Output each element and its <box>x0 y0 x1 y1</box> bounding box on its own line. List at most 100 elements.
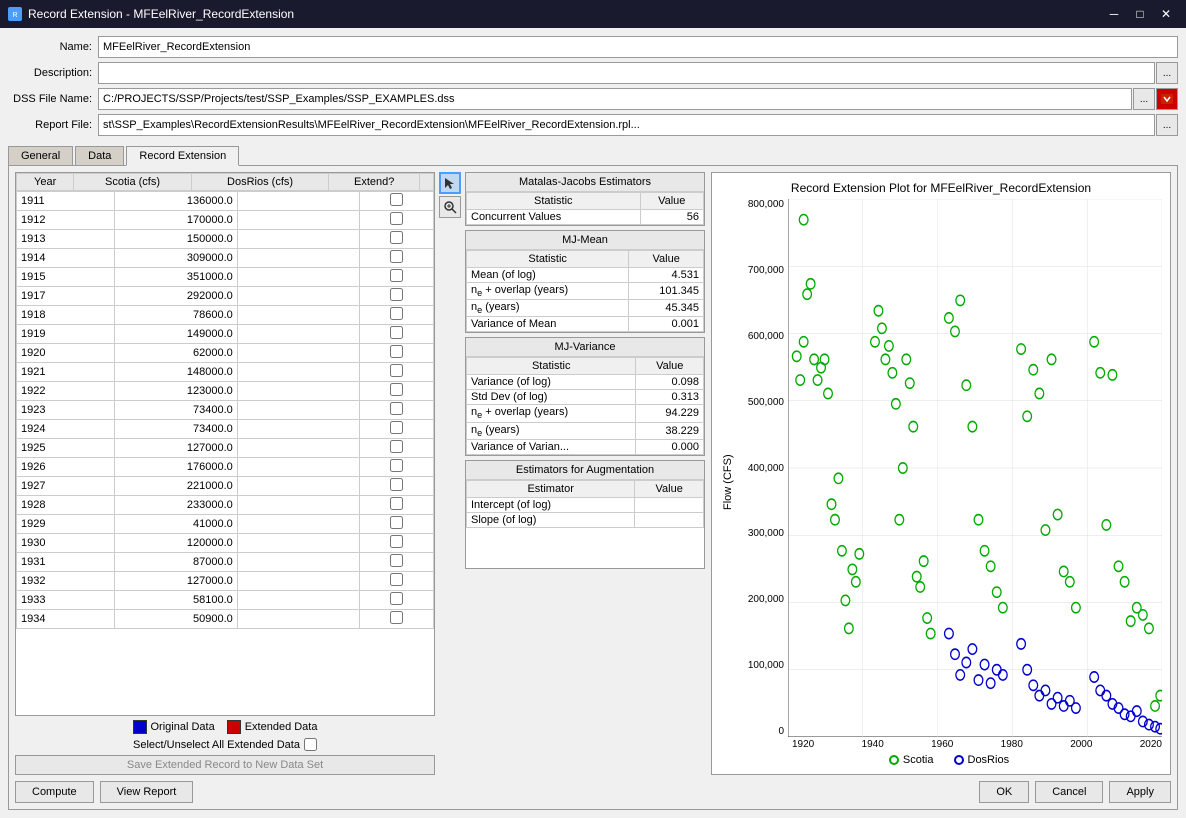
y-label-200k: 200,000 <box>736 594 784 605</box>
name-label: Name: <box>8 41 98 53</box>
legend-original-label: Original Data <box>151 721 215 733</box>
close-button[interactable]: ✕ <box>1154 4 1178 24</box>
zoom-tool-button[interactable] <box>439 196 461 218</box>
cell-dosrios <box>237 363 360 382</box>
cell-extend[interactable] <box>360 458 434 477</box>
report-label: Report File: <box>8 119 98 131</box>
dss-browse-button[interactable]: ... <box>1133 88 1155 110</box>
select-all-checkbox[interactable] <box>304 738 317 751</box>
mj-mean-row4-val: 0.001 <box>629 317 704 332</box>
name-input[interactable] <box>98 36 1178 58</box>
cell-scotia: 148000.0 <box>115 363 238 382</box>
y-label-300k: 300,000 <box>736 528 784 539</box>
cell-extend[interactable] <box>360 515 434 534</box>
cell-extend[interactable] <box>360 477 434 496</box>
cell-extend[interactable] <box>360 192 434 211</box>
desc-input[interactable] <box>98 62 1155 84</box>
save-extended-button[interactable]: Save Extended Record to New Data Set <box>15 755 435 775</box>
desc-browse-button[interactable]: ... <box>1156 62 1178 84</box>
dss-input[interactable] <box>98 88 1132 110</box>
y-label-700k: 700,000 <box>736 265 784 276</box>
cell-year: 1933 <box>17 591 115 610</box>
minimize-button[interactable]: ─ <box>1102 4 1126 24</box>
col-scroll <box>420 174 434 191</box>
data-table-container: Year Scotia (cfs) DosRios (cfs) Extend? <box>15 172 435 716</box>
x-axis-labels: 1920 1940 1960 1980 2000 2020 <box>736 739 1162 750</box>
mj-var-row4-stat: ne (years) <box>467 422 636 439</box>
cell-dosrios <box>237 211 360 230</box>
chart-svg <box>788 199 1162 737</box>
tab-general[interactable]: General <box>8 146 73 166</box>
x-label-1960: 1960 <box>931 739 953 750</box>
apply-button[interactable]: Apply <box>1109 781 1171 803</box>
report-browse-button[interactable]: ... <box>1156 114 1178 136</box>
cell-extend[interactable] <box>360 268 434 287</box>
cell-extend[interactable] <box>360 401 434 420</box>
cell-extend[interactable] <box>360 420 434 439</box>
select-label: Select/Unselect All Extended Data <box>133 739 300 751</box>
mj-estimators-section: Matalas-Jacobs Estimators Statistic Valu… <box>465 172 705 226</box>
cell-dosrios <box>237 382 360 401</box>
cell-extend[interactable] <box>360 591 434 610</box>
table-row: 1934 50900.0 <box>17 610 434 629</box>
title-bar: R Record Extension - MFEelRiver_RecordEx… <box>0 0 1186 28</box>
view-report-button[interactable]: View Report <box>100 781 194 803</box>
cell-dosrios <box>237 287 360 306</box>
legend-row: Original Data Extended Data <box>15 720 435 734</box>
cell-extend[interactable] <box>360 249 434 268</box>
cell-scotia: 50900.0 <box>115 610 238 629</box>
cell-year: 1911 <box>17 192 115 211</box>
compute-button[interactable]: Compute <box>15 781 94 803</box>
mj-var-row3-stat: ne + overlap (years) <box>467 405 636 422</box>
ok-button[interactable]: OK <box>979 781 1029 803</box>
cell-year: 1934 <box>17 610 115 629</box>
legend-red-box <box>227 720 241 734</box>
cell-extend[interactable] <box>360 572 434 591</box>
tab-record-extension[interactable]: Record Extension <box>126 146 239 166</box>
chart-svg-container[interactable] <box>788 199 1162 737</box>
cell-year: 1924 <box>17 420 115 439</box>
cell-scotia: 149000.0 <box>115 325 238 344</box>
cell-dosrios <box>237 591 360 610</box>
table-row: 1925 127000.0 <box>17 439 434 458</box>
cell-dosrios <box>237 325 360 344</box>
mj-var-row5-stat: Variance of Varian... <box>467 439 636 454</box>
cell-dosrios <box>237 534 360 553</box>
cell-dosrios <box>237 496 360 515</box>
tab-data[interactable]: Data <box>75 146 124 166</box>
cancel-button[interactable]: Cancel <box>1035 781 1103 803</box>
dss-icon-button[interactable] <box>1156 88 1178 110</box>
cell-scotia: 58100.0 <box>115 591 238 610</box>
cell-extend[interactable] <box>360 610 434 629</box>
cell-extend[interactable] <box>360 344 434 363</box>
cell-extend[interactable] <box>360 534 434 553</box>
cell-extend[interactable] <box>360 230 434 249</box>
mj-var-row3-val: 94.229 <box>636 405 704 422</box>
cell-extend[interactable] <box>360 325 434 344</box>
cell-extend[interactable] <box>360 306 434 325</box>
cell-extend[interactable] <box>360 382 434 401</box>
dss-label: DSS File Name: <box>8 93 98 105</box>
mj-mean-row2-val: 101.345 <box>629 283 704 300</box>
cell-extend[interactable] <box>360 211 434 230</box>
cursor-tool-button[interactable] <box>439 172 461 194</box>
maximize-button[interactable]: □ <box>1128 4 1152 24</box>
report-input[interactable] <box>98 114 1155 136</box>
select-row: Select/Unselect All Extended Data <box>15 738 435 751</box>
aug-val-header: Value <box>635 480 704 497</box>
cell-extend[interactable] <box>360 363 434 382</box>
cell-scotia: 62000.0 <box>115 344 238 363</box>
cell-year: 1921 <box>17 363 115 382</box>
aug-row2-est: Slope (of log) <box>467 512 635 527</box>
left-panel: Year Scotia (cfs) DosRios (cfs) Extend? <box>15 172 435 775</box>
col-dosrios: DosRios (cfs) <box>191 174 329 191</box>
cell-extend[interactable] <box>360 553 434 572</box>
window-controls: ─ □ ✕ <box>1102 4 1178 24</box>
table-scroll[interactable]: 1911 136000.0 1912 170000.0 1913 150000.… <box>16 191 434 715</box>
cell-extend[interactable] <box>360 439 434 458</box>
cell-extend[interactable] <box>360 287 434 306</box>
cell-extend[interactable] <box>360 496 434 515</box>
chart-area: Flow (CFS) 800,000 700,000 600,000 500,0… <box>720 199 1162 766</box>
chart-legend-dosrios: DosRios <box>954 754 1010 766</box>
main-row: Year Scotia (cfs) DosRios (cfs) Extend? <box>15 172 1171 775</box>
